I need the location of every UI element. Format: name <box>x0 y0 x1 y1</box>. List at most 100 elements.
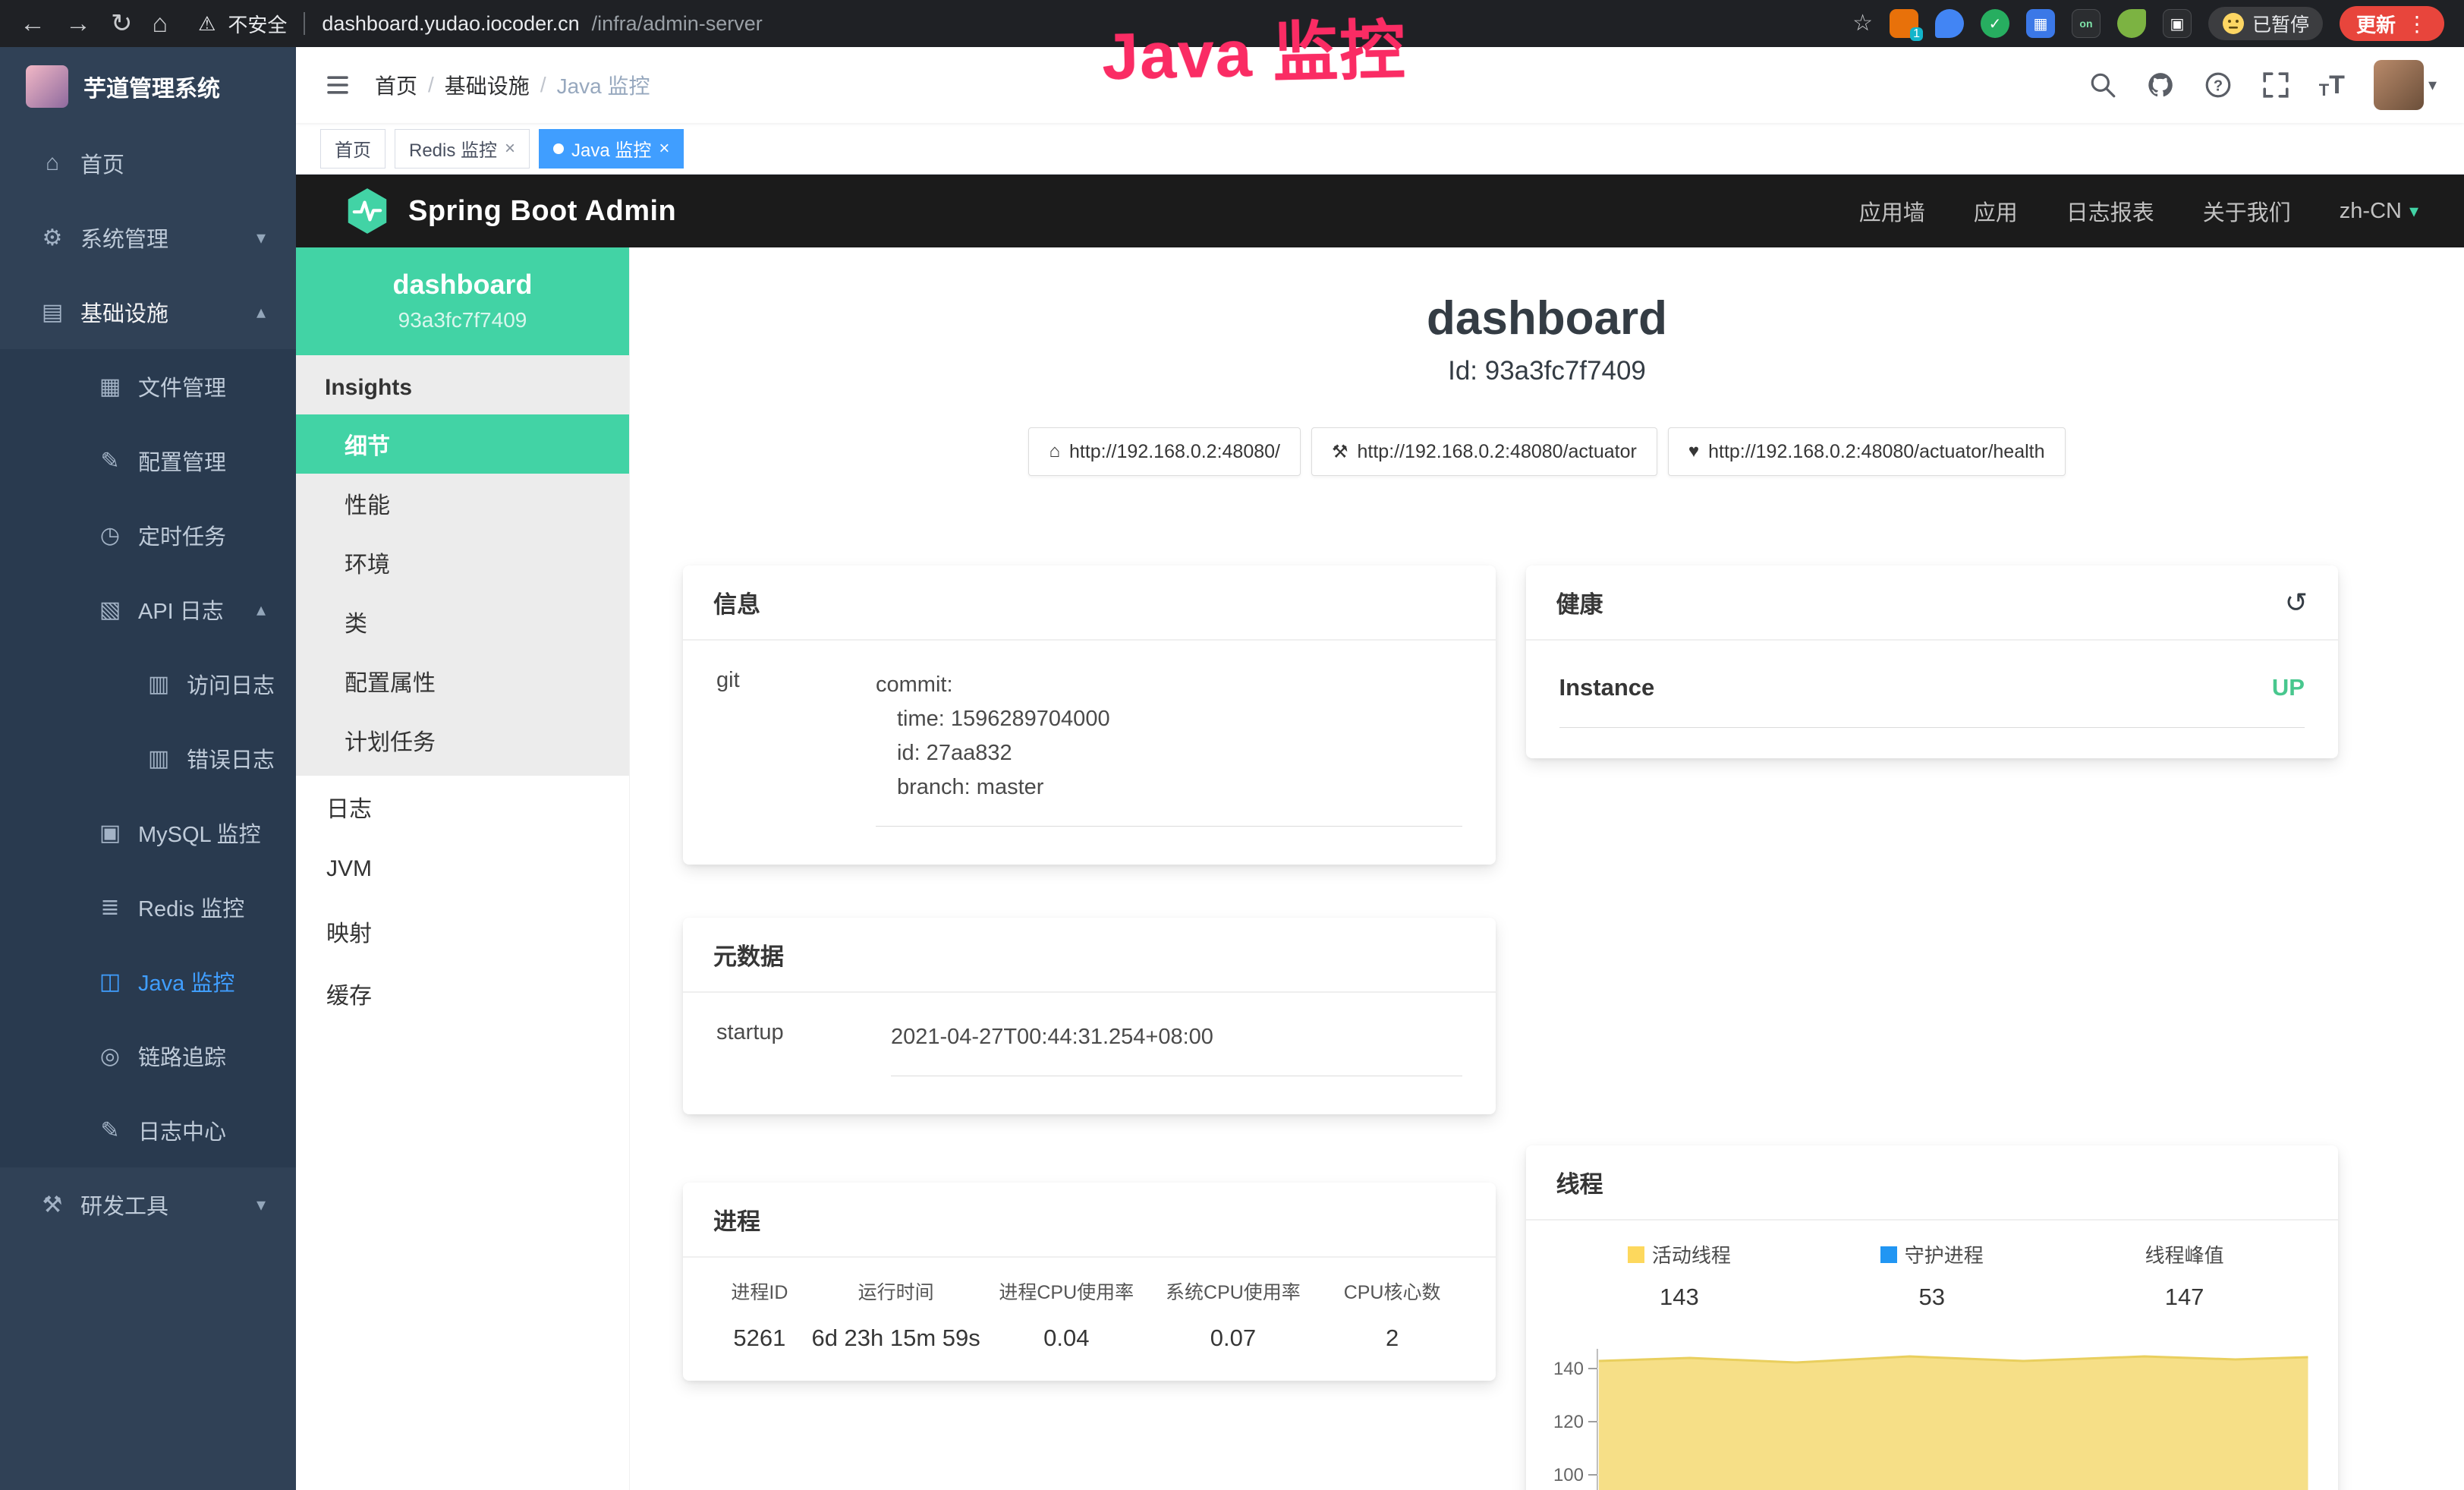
sidebar-item-dev-tools[interactable]: ⚒ 研发工具 ▾ <box>0 1167 296 1242</box>
sba-nav-about[interactable]: 关于我们 <box>2203 195 2291 227</box>
health-url: http://192.168.0.2:48080/actuator/health <box>1708 441 2044 463</box>
tab-home[interactable]: 首页 <box>320 129 385 169</box>
breadcrumb-current: Java 监控 <box>557 70 650 100</box>
page-subtitle: Id: 93a3fc7f7409 <box>630 356 2464 386</box>
close-icon[interactable]: × <box>659 138 669 159</box>
info-value: commit: time: 1596289704000 id: 27aa832 … <box>876 668 1462 827</box>
address-bar[interactable]: ⚠ 不安全 dashboard.yudao.iocoder.cn/infra/a… <box>198 10 763 38</box>
tags-view: 首页 Redis 监控 × Java 监控 × <box>296 123 2464 175</box>
extension-icon-2[interactable] <box>1935 9 1964 38</box>
actuator-url-link[interactable]: ⚒ http://192.168.0.2:48080/actuator <box>1311 427 1657 476</box>
sba-item-mappings[interactable]: 映射 <box>296 900 629 962</box>
sba-item-scheduled-tasks[interactable]: 计划任务 <box>296 710 629 770</box>
sba-item-config-props[interactable]: 配置属性 <box>296 651 629 710</box>
threads-card: 线程 活动线程 143 守护进程 <box>1526 1145 2339 1490</box>
puzzle-icon[interactable]: ▣ <box>2163 9 2192 38</box>
card-title: 元数据 <box>713 937 784 972</box>
security-label: 不安全 <box>228 10 287 38</box>
process-card: 进程 进程ID 运行时间 进程CPU使用率 系统CPU使用率 CPU核心数 <box>683 1183 1496 1381</box>
card-body: 活动线程 143 守护进程 53 线程峰值 <box>1526 1221 2339 1490</box>
health-row-instance: Instance UP <box>1559 671 2305 728</box>
sba-item-classes[interactable]: 类 <box>296 592 629 651</box>
update-button[interactable]: 更新 ⋮ <box>2340 6 2444 41</box>
breadcrumb-infrastructure[interactable]: 基础设施 <box>445 70 530 100</box>
kebab-menu-icon[interactable]: ⋮ <box>2406 11 2428 36</box>
sidebar-item-mysql-monitor[interactable]: ▣ MySQL 监控 <box>0 795 296 870</box>
process-table-headers: 进程ID 运行时间 进程CPU使用率 系统CPU使用率 CPU核心数 <box>710 1277 1468 1305</box>
sba-brand-title[interactable]: Spring Boot Admin <box>408 195 676 228</box>
extension-icon-4[interactable]: ▦ <box>2026 9 2055 38</box>
instance-header[interactable]: dashboard 93a3fc7f7409 <box>296 247 629 355</box>
sidebar-item-infrastructure[interactable]: ▤ 基础设施 ▴ <box>0 275 296 349</box>
sidebar-item-config-mgmt[interactable]: ✎ 配置管理 <box>0 424 296 498</box>
avatar <box>2374 60 2424 110</box>
service-url-link[interactable]: ⌂ http://192.168.0.2:48080/ <box>1028 427 1301 476</box>
fullscreen-icon[interactable] <box>2261 71 2290 99</box>
history-icon[interactable]: ↺ <box>2285 587 2308 619</box>
main-menu: ⌂ 首页 ⚙ 系统管理 ▾ ▤ 基础设施 ▴ ▦ 文件管理 <box>0 126 296 1242</box>
security-warning-icon: ⚠ <box>198 12 216 36</box>
back-icon[interactable]: ← <box>20 11 46 36</box>
forward-icon[interactable]: → <box>65 11 91 36</box>
close-icon[interactable]: × <box>505 138 515 159</box>
sidebar-item-home[interactable]: ⌂ 首页 <box>0 126 296 200</box>
health-key: Instance <box>1559 674 1655 701</box>
user-menu[interactable]: ▾ <box>2374 60 2437 110</box>
sba-item-caches[interactable]: 缓存 <box>296 962 629 1025</box>
font-size-icon[interactable]: TT <box>2319 71 2345 100</box>
app-logo[interactable]: 芋道管理系统 <box>0 47 296 126</box>
sidebar-item-error-logs[interactable]: ▥ 错误日志 <box>0 721 296 795</box>
breadcrumb-separator: / <box>540 73 546 97</box>
search-icon[interactable] <box>2088 71 2117 99</box>
legend-label: 活动线程 <box>1652 1240 1731 1268</box>
threads-legend: 活动线程 143 守护进程 53 线程峰值 <box>1553 1240 2311 1311</box>
url-path: /infra/admin-server <box>592 12 763 36</box>
sba-nav-journal[interactable]: 日志报表 <box>2066 195 2154 227</box>
sidebar-item-access-logs[interactable]: ▥ 访问日志 <box>0 647 296 721</box>
browser-toolbar: ← → ↻ ⌂ ⚠ 不安全 dashboard.yudao.iocoder.cn… <box>0 0 2464 47</box>
check-icon: ✓ <box>1989 14 2002 33</box>
browser-home-icon[interactable]: ⌂ <box>153 11 168 36</box>
sba-nav-applications[interactable]: 应用 <box>1974 195 2018 227</box>
bookmark-star-icon[interactable]: ☆ <box>1852 12 1873 35</box>
sba-item-logs[interactable]: 日志 <box>296 776 629 838</box>
sba-content: dashboard Id: 93a3fc7f7409 ⌂ http://192.… <box>630 247 2464 1490</box>
sba-item-jvm[interactable]: JVM <box>296 838 629 900</box>
reload-icon[interactable]: ↻ <box>111 11 133 36</box>
health-url-link[interactable]: ♥ http://192.168.0.2:48080/actuator/heal… <box>1668 427 2066 476</box>
sidebar-item-api-logs[interactable]: ▧ API 日志 ▴ <box>0 572 296 647</box>
sidebar-item-scheduled-jobs[interactable]: ◷ 定时任务 <box>0 498 296 572</box>
extension-icon-6[interactable] <box>2117 9 2146 38</box>
sidebar-item-label: 定时任务 <box>138 519 226 551</box>
legend-daemon-threads: 守护进程 53 <box>1805 1240 2058 1311</box>
sidebar-item-redis-monitor[interactable]: ≣ Redis 监控 <box>0 870 296 944</box>
sidebar-item-file-mgmt[interactable]: ▦ 文件管理 <box>0 349 296 424</box>
threads-chart: 140 120 100 <box>1553 1338 2311 1490</box>
tab-redis-monitor[interactable]: Redis 监控 × <box>395 129 530 169</box>
sidebar-item-java-monitor[interactable]: ◫ Java 监控 <box>0 944 296 1019</box>
locale-selector[interactable]: zh-CN ▾ <box>2340 199 2418 224</box>
extension-icon-1[interactable]: 1 <box>1890 9 1918 38</box>
actuator-url: http://192.168.0.2:48080/actuator <box>1358 441 1637 463</box>
monitor-icon: ◫ <box>96 969 124 995</box>
help-icon[interactable]: ? <box>2204 71 2233 99</box>
file-icon: ▦ <box>96 373 124 400</box>
breadcrumb-home[interactable]: 首页 <box>375 70 417 100</box>
breadcrumb-separator: / <box>428 73 434 97</box>
sidebar-item-system-mgmt[interactable]: ⚙ 系统管理 ▾ <box>0 200 296 275</box>
process-uptime: 6d 23h 15m 59s <box>809 1325 983 1352</box>
tab-java-monitor[interactable]: Java 监控 × <box>539 129 684 169</box>
extension-icon-3[interactable]: ✓ <box>1981 9 2009 38</box>
sba-item-metrics[interactable]: 性能 <box>296 474 629 533</box>
profile-paused-chip[interactable]: 已暂停 <box>2208 7 2323 40</box>
fold-menu-icon[interactable] <box>323 71 352 99</box>
github-icon[interactable] <box>2146 71 2175 99</box>
cards-area: 信息 git commit: time: 1596289704000 id: 2 <box>630 565 2464 1490</box>
sidebar-item-label: 系统管理 <box>80 222 168 254</box>
sidebar-item-tracing[interactable]: ◎ 链路追踪 <box>0 1019 296 1093</box>
sba-item-environment[interactable]: 环境 <box>296 533 629 592</box>
sba-item-details[interactable]: 细节 <box>296 414 629 474</box>
extension-icon-5[interactable]: on <box>2072 9 2101 38</box>
sidebar-item-log-center[interactable]: ✎ 日志中心 <box>0 1093 296 1167</box>
sba-nav-wallboard[interactable]: 应用墙 <box>1859 195 1925 227</box>
